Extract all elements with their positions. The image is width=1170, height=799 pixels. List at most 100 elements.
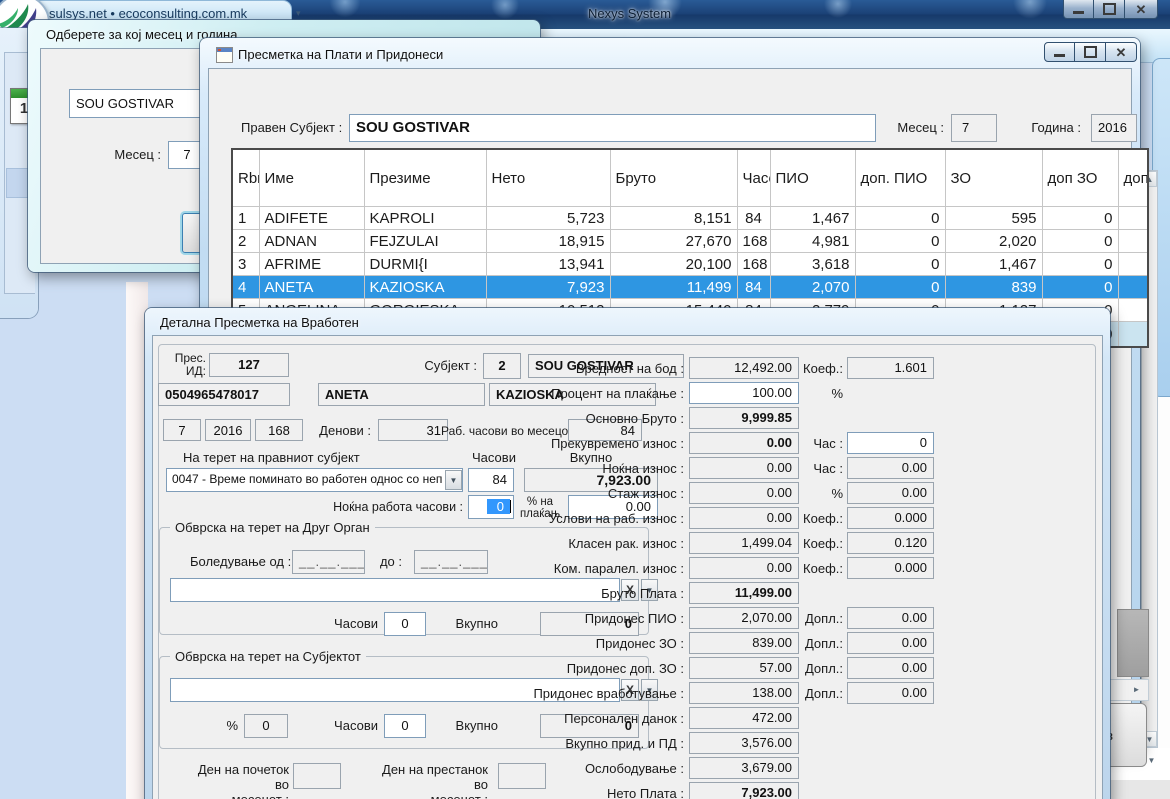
calc-row-value[interactable]: 3,679.00	[689, 757, 799, 779]
grid-column-header[interactable]: Часов	[737, 149, 770, 207]
grid-cell[interactable]: 4	[232, 276, 259, 299]
calc-row-aux-value[interactable]: 0.00	[847, 657, 934, 679]
grid-column-header[interactable]: допо	[1118, 149, 1148, 207]
calc-row-aux-value[interactable]: 0.00	[847, 482, 934, 504]
grid-column-header[interactable]: Нето	[486, 149, 610, 207]
calc-row-value[interactable]: 472.00	[689, 707, 799, 729]
grid-cell[interactable]: 1,467	[770, 207, 855, 230]
grid-cell[interactable]: 5,723	[486, 207, 610, 230]
year-field[interactable]: 2016	[1091, 114, 1137, 142]
grid-cell[interactable]: ADIFETE	[259, 207, 364, 230]
year-field[interactable]: 2016	[205, 419, 251, 441]
grid-cell[interactable]: 7,923	[486, 276, 610, 299]
day-start-field[interactable]	[293, 763, 341, 789]
work-type-dropdown[interactable]: 0047 - Време поминато во работен однос с…	[166, 468, 463, 492]
grid-column-header[interactable]: Презиме	[364, 149, 486, 207]
calc-row-aux-value[interactable]: 0.000	[847, 557, 934, 579]
grid-cell[interactable]: DURMI{I	[364, 253, 486, 276]
close-button[interactable]: ✕	[1106, 42, 1137, 62]
grid-cell[interactable]: KAPROLI	[364, 207, 486, 230]
grid-row[interactable]: 2ADNANFEJZULAI18,91527,6701684,98102,020…	[232, 230, 1148, 253]
calc-row-value[interactable]: 11,499.00	[689, 582, 799, 604]
grid-column-header[interactable]: ПИО	[770, 149, 855, 207]
grid-column-header[interactable]: Име	[259, 149, 364, 207]
close-button[interactable]: ✕	[1125, 0, 1158, 19]
calc-row-aux-value[interactable]: 0.00	[847, 632, 934, 654]
tab-list-caret-icon[interactable]: ▾	[296, 8, 301, 19]
grid-cell[interactable]: 0	[855, 230, 945, 253]
grid-cell[interactable]: 0	[1042, 253, 1118, 276]
grid-row[interactable]: 3AFRIMEDURMI{I13,94120,1001683,61801,467…	[232, 253, 1148, 276]
scroll-right-button[interactable]: ►	[1129, 681, 1144, 697]
grid-cell[interactable]: 839	[945, 276, 1042, 299]
calc-row-aux-value[interactable]: 0.00	[847, 607, 934, 629]
sick-from-field[interactable]: __.__.____	[292, 550, 365, 574]
minimize-button[interactable]	[1063, 0, 1094, 19]
grid-cell[interactable]: 13,941	[486, 253, 610, 276]
grid-cell[interactable]: FEJZULAI	[364, 230, 486, 253]
grid-column-header[interactable]: доп. ПИО	[855, 149, 945, 207]
grid-cell[interactable]: 168	[737, 253, 770, 276]
legal-subject-field[interactable]: SOU GOSTIVAR	[349, 114, 876, 142]
grid-cell[interactable]: ADNAN	[259, 230, 364, 253]
grid-cell[interactable]: 18,915	[486, 230, 610, 253]
grid-cell[interactable]: AFRIME	[259, 253, 364, 276]
grid-cell[interactable]: 3	[232, 253, 259, 276]
grid-cell[interactable]: KAZIOSKA	[364, 276, 486, 299]
calc-row-value[interactable]: 7,923.00	[689, 782, 799, 799]
grid-cell[interactable]: 1	[232, 207, 259, 230]
calc-row-aux-value[interactable]: 0.000	[847, 507, 934, 529]
grid-column-header[interactable]: ЗО	[945, 149, 1042, 207]
calc-row-aux-value[interactable]: 0.120	[847, 532, 934, 554]
grid-cell[interactable]	[1118, 276, 1148, 299]
grid-cell[interactable]: 2,020	[945, 230, 1042, 253]
hours-field[interactable]: 0	[384, 714, 426, 738]
hours-fund-field[interactable]: 168	[255, 419, 303, 441]
calc-row-value[interactable]: 9,999.85	[689, 407, 799, 429]
maximize-button[interactable]	[1075, 42, 1106, 62]
pct-field[interactable]: 0	[244, 714, 288, 738]
month-field[interactable]: 7	[951, 114, 997, 142]
grid-cell[interactable]: 2,070	[770, 276, 855, 299]
minimize-button[interactable]	[1044, 42, 1075, 62]
grid-cell[interactable]: 4,981	[770, 230, 855, 253]
grid-cell[interactable]: 20,100	[610, 253, 737, 276]
grid-cell[interactable]: 0	[855, 253, 945, 276]
grid-cell[interactable]	[1118, 230, 1148, 253]
pres-id-field[interactable]: 127	[209, 353, 289, 377]
grid-cell[interactable]: 1,467	[945, 253, 1042, 276]
chevron-down-icon[interactable]: ▼	[445, 470, 462, 490]
calc-row-value[interactable]: 3,576.00	[689, 732, 799, 754]
restore-button[interactable]	[1094, 0, 1125, 19]
grid-cell[interactable]: 0	[855, 276, 945, 299]
calc-row-aux-value[interactable]: 0.00	[847, 457, 934, 479]
embg-field[interactable]: 0504965478017	[158, 383, 290, 406]
calc-row-aux-value[interactable]: 0.00	[847, 682, 934, 704]
grid-cell[interactable]: 168	[737, 230, 770, 253]
grid-cell[interactable]: 27,670	[610, 230, 737, 253]
grid-cell[interactable]: 0	[1042, 276, 1118, 299]
grid-row[interactable]: 1ADIFETEKAPROLI5,7238,151841,46705950	[232, 207, 1148, 230]
grid-cell[interactable]: 84	[737, 207, 770, 230]
grid-row[interactable]: 4ANETAKAZIOSKA7,92311,499842,07008390	[232, 276, 1148, 299]
calc-row-aux-value[interactable]: 0	[847, 432, 934, 454]
calc-row-aux-value[interactable]: 1.601	[847, 357, 934, 379]
dialog-subject-field[interactable]: SOU GOSTIVAR	[69, 89, 201, 118]
grid-cell[interactable]: 0	[1042, 230, 1118, 253]
grid-cell[interactable]: 0	[855, 207, 945, 230]
grid-cell[interactable]: 595	[945, 207, 1042, 230]
month-field[interactable]: 7	[163, 419, 201, 441]
grid-cell[interactable]	[1118, 299, 1148, 322]
grid-cell[interactable]: 8,151	[610, 207, 737, 230]
grid-cell[interactable]	[1118, 253, 1148, 276]
grid-column-header[interactable]: Rbr	[232, 149, 259, 207]
days-field[interactable]: 31	[378, 419, 448, 441]
grid-cell[interactable]: 84	[737, 276, 770, 299]
grid-cell[interactable]: 0	[1042, 207, 1118, 230]
grid-cell[interactable]: ANETA	[259, 276, 364, 299]
grid-cell[interactable]	[1118, 207, 1148, 230]
hours-field[interactable]: 0	[384, 612, 426, 636]
grid-cell[interactable]: 3,618	[770, 253, 855, 276]
grid-column-header[interactable]: Бруто	[610, 149, 737, 207]
grid-column-header[interactable]: доп ЗО	[1042, 149, 1118, 207]
